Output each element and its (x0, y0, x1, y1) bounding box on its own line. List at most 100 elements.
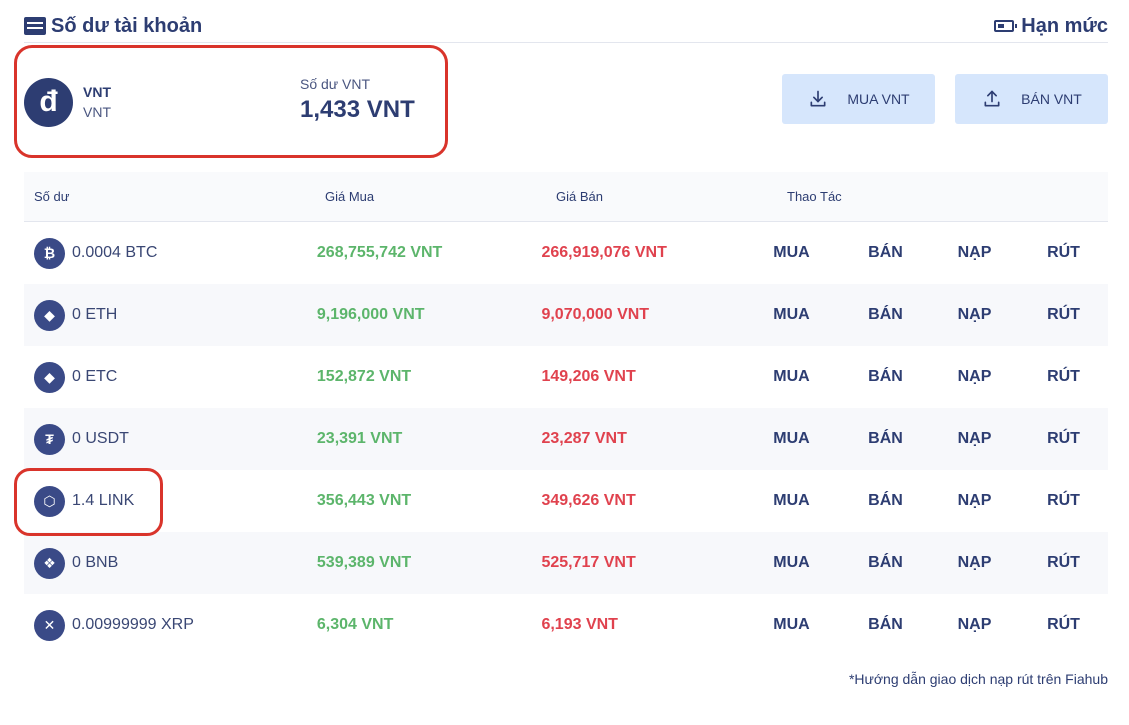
chainlink-icon: ⬡ (34, 485, 65, 517)
header-balance: Số dư (34, 189, 70, 204)
deposit-action[interactable]: NẠP (930, 492, 1019, 510)
balance-value: 0 ETC (72, 368, 118, 385)
sell-price: 6,193 VNT (541, 616, 618, 633)
header-actions: Thao Tác (787, 189, 842, 204)
balance-label: Số dư VNT (300, 76, 371, 92)
vnt-names: VNT VNT (83, 84, 111, 120)
vnt-balance: Số dư VNT 1,433 VNT (300, 76, 415, 124)
sell-price: 266,919,076 VNT (541, 244, 667, 261)
sell-price: 349,626 VNT (541, 492, 636, 509)
table-header: Số dư Giá Mua Giá Bán Thao Tác (24, 172, 1108, 222)
account-balance-header: Số dư tài khoản Hạn mức (24, 10, 1108, 43)
upload-icon (984, 90, 1000, 107)
sell-action[interactable]: BÁN (841, 244, 930, 262)
withdraw-action[interactable]: RÚT (1019, 430, 1108, 448)
footnote-link[interactable]: *Hướng dẫn giao dịch nạp rút trên Fiahub (849, 671, 1108, 687)
ripple-icon: ✕ (34, 609, 65, 641)
row-actions: MUA BÁN NẠP RÚT (766, 616, 1108, 634)
row-actions: MUA BÁN NẠP RÚT (766, 554, 1108, 572)
withdraw-action[interactable]: RÚT (1019, 492, 1108, 510)
balance-cell: ✕ 0.00999999 XRP (24, 609, 317, 641)
buy-action[interactable]: MUA (766, 244, 817, 262)
wallet-icon (24, 17, 46, 35)
balance-cell: ❖ 0 BNB (24, 547, 317, 579)
sell-action[interactable]: BÁN (841, 368, 930, 386)
limit-label[interactable]: Hạn mức (1021, 15, 1108, 38)
sell-action[interactable]: BÁN (841, 554, 930, 572)
header-sell-price: Giá Bán (556, 189, 603, 204)
withdraw-action[interactable]: RÚT (1019, 306, 1108, 324)
balance-cell: ₿ 0.0004 BTC (24, 237, 317, 269)
balance-value: 1.4 LINK (72, 492, 135, 509)
header-buy-price: Giá Mua (325, 189, 375, 204)
ethereum-icon: ◆ (34, 299, 65, 331)
buy-action[interactable]: MUA (766, 306, 817, 324)
table-row: ✕ 0.00999999 XRP 6,304 VNT 6,193 VNT MUA… (24, 594, 1108, 656)
row-actions: MUA BÁN NẠP RÚT (766, 368, 1108, 386)
balance-value: 0 USDT (72, 430, 129, 447)
buy-action[interactable]: MUA (766, 430, 817, 448)
deposit-action[interactable]: NẠP (930, 244, 1019, 262)
buy-action[interactable]: MUA (766, 554, 817, 572)
vnt-balance-card: đ VNT VNT Số dư VNT 1,433 VNT (24, 70, 434, 134)
vnt-symbol: VNT (83, 84, 111, 100)
bitcoin-icon: ₿ (34, 237, 65, 269)
deposit-action[interactable]: NẠP (930, 430, 1019, 448)
balance-cell: ⬡ 1.4 LINK (24, 485, 317, 517)
sell-price: 149,206 VNT (541, 368, 636, 385)
buy-vnt-label: MUA VNT (847, 91, 910, 107)
buy-price: 23,391 VNT (316, 430, 403, 447)
sell-action[interactable]: BÁN (841, 430, 930, 448)
buy-action[interactable]: MUA (766, 368, 817, 386)
balance-value: 0 ETH (72, 306, 118, 323)
vnt-coin-icon: đ (24, 77, 73, 127)
withdraw-action[interactable]: RÚT (1019, 244, 1108, 262)
battery-icon (994, 20, 1018, 32)
row-actions: MUA BÁN NẠP RÚT (766, 430, 1108, 448)
withdraw-action[interactable]: RÚT (1019, 368, 1108, 386)
sell-action[interactable]: BÁN (841, 306, 930, 324)
row-actions: MUA BÁN NẠP RÚT (766, 492, 1108, 510)
balance-cell: ₮ 0 USDT (24, 423, 317, 455)
sell-action[interactable]: BÁN (841, 616, 930, 634)
table-row: ₮ 0 USDT 23,391 VNT 23,287 VNT MUA BÁN N… (24, 408, 1108, 470)
sell-price: 23,287 VNT (541, 430, 627, 447)
table-row: ⬡ 1.4 LINK 356,443 VNT 349,626 VNT MUA B… (24, 470, 1108, 532)
balance-cell: ◆ 0 ETH (24, 299, 317, 331)
table-row: ❖ 0 BNB 539,389 VNT 525,717 VNT MUA BÁN … (24, 532, 1108, 594)
vnt-name: VNT (83, 104, 111, 120)
buy-action[interactable]: MUA (766, 616, 817, 634)
sell-action[interactable]: BÁN (841, 492, 930, 510)
deposit-action[interactable]: NẠP (930, 306, 1019, 324)
balance-value: 0.0004 BTC (72, 244, 158, 261)
tether-icon: ₮ (34, 423, 65, 455)
sell-vnt-button[interactable]: BÁN VNT (955, 74, 1108, 124)
table-row: ₿ 0.0004 BTC 268,755,742 VNT 266,919,076… (24, 222, 1108, 284)
buy-price: 539,389 VNT (316, 554, 412, 571)
balance-value: 1,433 VNT (300, 96, 415, 123)
buy-price: 6,304 VNT (316, 616, 394, 633)
ethereum-classic-icon: ◆ (34, 361, 65, 393)
buy-vnt-button[interactable]: MUA VNT (782, 74, 935, 124)
buy-price: 152,872 VNT (316, 368, 412, 385)
buy-price: 268,755,742 VNT (316, 244, 443, 261)
withdraw-action[interactable]: RÚT (1019, 554, 1108, 572)
page-title: Số dư tài khoản (51, 14, 203, 37)
withdraw-action[interactable]: RÚT (1019, 616, 1108, 634)
deposit-action[interactable]: NẠP (930, 616, 1019, 634)
balance-value: 0.00999999 XRP (72, 616, 194, 633)
table-row: ◆ 0 ETH 9,196,000 VNT 9,070,000 VNT MUA … (24, 284, 1108, 346)
buy-action[interactable]: MUA (766, 492, 817, 510)
sell-price: 9,070,000 VNT (541, 306, 650, 323)
limit-link[interactable]: Hạn mức (994, 15, 1108, 38)
row-actions: MUA BÁN NẠP RÚT (766, 244, 1108, 262)
deposit-action[interactable]: NẠP (930, 368, 1019, 386)
table-row: ◆ 0 ETC 152,872 VNT 149,206 VNT MUA BÁN … (24, 346, 1108, 408)
balance-value: 0 BNB (72, 554, 119, 571)
table-body: ₿ 0.0004 BTC 268,755,742 VNT 266,919,076… (24, 222, 1108, 656)
header-left: Số dư tài khoản (24, 15, 202, 38)
buy-price: 9,196,000 VNT (316, 306, 425, 323)
deposit-action[interactable]: NẠP (930, 554, 1019, 572)
binance-icon: ❖ (34, 547, 65, 579)
sell-price: 525,717 VNT (541, 554, 636, 571)
